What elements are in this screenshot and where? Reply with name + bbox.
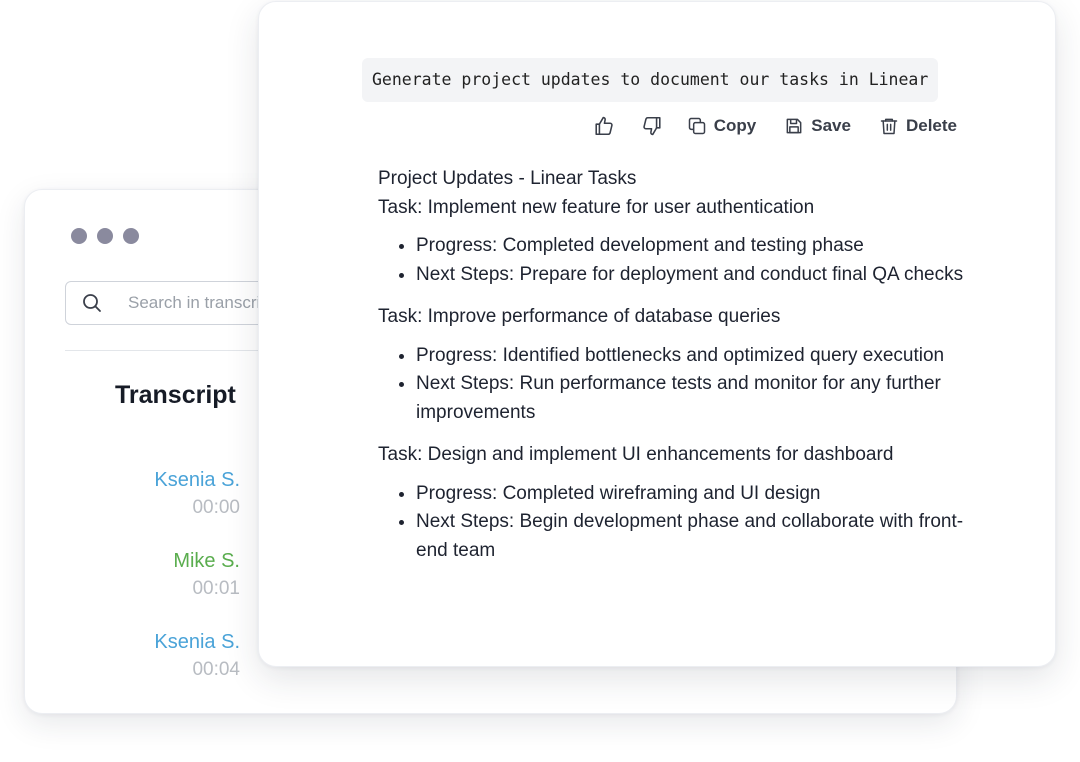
response-heading: Project Updates - Linear Tasks (378, 168, 637, 189)
window-dot[interactable] (71, 228, 87, 244)
copy-icon (688, 117, 706, 135)
response-body: Project Updates - Linear Tasks Task: Imp… (378, 165, 978, 579)
task-next-steps: Next Steps: Begin development phase and … (416, 508, 978, 565)
task-next-steps: Next Steps: Run performance tests and mo… (416, 370, 978, 427)
thumbs-up-button[interactable] (591, 113, 617, 139)
task-details: Progress: Identified bottlenecks and opt… (378, 342, 978, 428)
thumbs-down-icon (643, 116, 661, 136)
response-actions: Copy Save Delete (591, 112, 957, 140)
transcript-entry[interactable]: Mike S. 00:01 (154, 548, 240, 629)
response-card: Generate project updates to document our… (258, 1, 1056, 667)
prompt-text: Generate project updates to document our… (362, 58, 939, 102)
task-progress: Progress: Completed wireframing and UI d… (416, 480, 978, 509)
save-button[interactable]: Save (784, 116, 851, 136)
task-title: Task: Design and implement UI enhancemen… (378, 444, 894, 465)
window-controls (71, 228, 139, 244)
search-icon (83, 294, 101, 312)
task-progress: Progress: Identified bottlenecks and opt… (416, 342, 978, 371)
thumbs-up-icon (595, 116, 613, 136)
copy-label: Copy (713, 116, 757, 135)
speaker-name: Ksenia S. (154, 631, 240, 653)
task-details: Progress: Completed development and test… (378, 232, 978, 289)
transcript-title: Transcript (115, 381, 236, 409)
save-icon (786, 118, 802, 134)
trash-icon (880, 118, 898, 135)
stage: Transcript Ksenia S. 00:00 Mike S. 00:01… (0, 0, 1080, 762)
speaker-name: Ksenia S. (154, 469, 240, 491)
thumbs-down-button[interactable] (639, 113, 665, 139)
timestamp[interactable]: 00:04 (154, 656, 240, 684)
transcript-entry[interactable]: Ksenia S. 00:04 (154, 629, 240, 710)
speaker-name: Mike S. (173, 550, 240, 572)
task-title: Task: Improve performance of database qu… (378, 306, 781, 327)
window-dot[interactable] (123, 228, 139, 244)
timestamp[interactable]: 00:00 (154, 494, 240, 522)
delete-label: Delete (905, 116, 957, 135)
copy-button[interactable]: Copy (687, 116, 757, 136)
transcript-entries: Ksenia S. 00:00 Mike S. 00:01 Ksenia S. … (154, 467, 240, 710)
task-next-steps: Next Steps: Prepare for deployment and c… (416, 261, 978, 290)
transcript-entry[interactable]: Ksenia S. 00:00 (154, 467, 240, 548)
task-details: Progress: Completed wireframing and UI d… (378, 480, 978, 566)
save-label: Save (811, 116, 851, 135)
timestamp[interactable]: 00:01 (154, 575, 240, 603)
task-title: Task: Implement new feature for user aut… (378, 196, 815, 218)
delete-button[interactable]: Delete (879, 116, 957, 136)
task-progress: Progress: Completed development and test… (416, 232, 978, 261)
window-dot[interactable] (97, 228, 113, 244)
